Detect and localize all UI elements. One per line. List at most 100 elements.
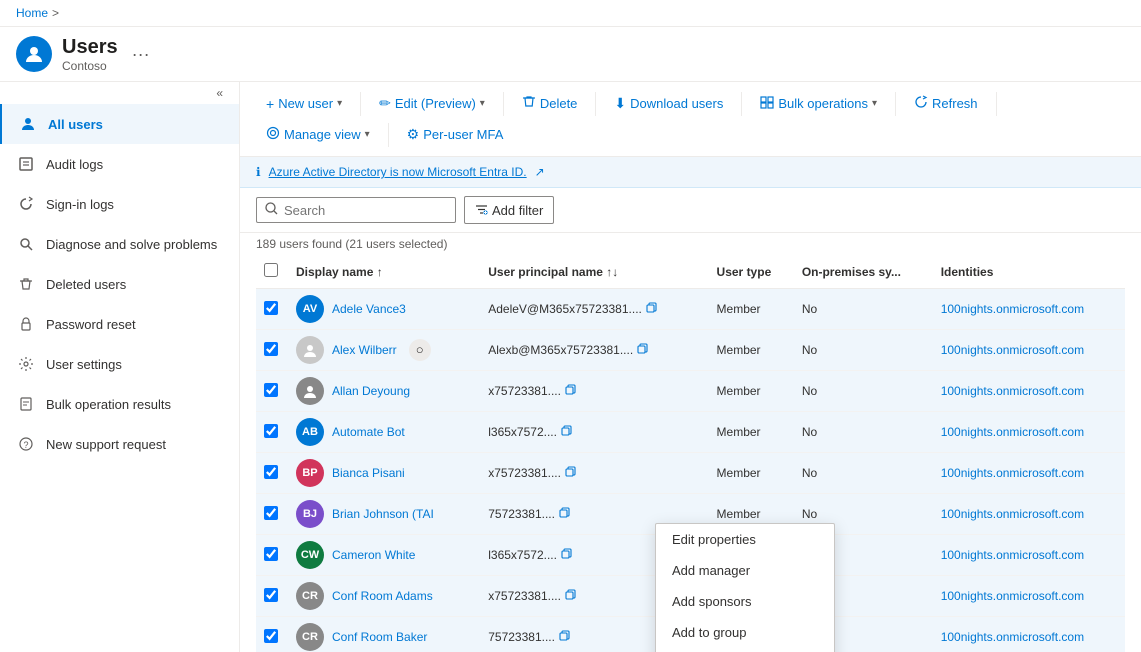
toolbar-divider-4	[741, 92, 742, 116]
context-menu-item-add-manager[interactable]: Add manager	[656, 555, 834, 586]
results-count-text: 189 users found (21 users selected)	[256, 237, 447, 251]
sidebar-item-deleted-users[interactable]: Deleted users	[0, 264, 239, 304]
sidebar-item-audit-logs[interactable]: Audit logs	[0, 144, 239, 184]
refresh-button[interactable]: Refresh	[904, 90, 988, 117]
user-name-link[interactable]: Bianca Pisani	[332, 466, 405, 480]
row-checkbox-cell	[256, 494, 288, 535]
copy-upn-icon[interactable]	[565, 466, 576, 480]
manage-view-button[interactable]: Manage view ▾	[256, 121, 380, 148]
sidebar-collapse-button[interactable]: «	[0, 82, 239, 104]
sidebar-item-bulk-operation-results[interactable]: Bulk operation results	[0, 384, 239, 424]
copy-upn-icon[interactable]	[559, 507, 570, 521]
sidebar-item-password-reset[interactable]: Password reset	[0, 304, 239, 344]
context-menu-item-add-to-group[interactable]: Add to group	[656, 617, 834, 648]
row-checkbox[interactable]	[264, 547, 278, 561]
identity-link[interactable]: 100nights.onmicrosoft.com	[941, 343, 1084, 357]
info-banner-link[interactable]: Azure Active Directory is now Microsoft …	[269, 165, 527, 179]
row-checkbox[interactable]	[264, 588, 278, 602]
identity-link[interactable]: 100nights.onmicrosoft.com	[941, 548, 1084, 562]
row-checkbox[interactable]	[264, 629, 278, 643]
context-menu-item-add-to-admin-unit[interactable]: Add to admin unit	[656, 648, 834, 652]
delete-icon	[522, 95, 536, 112]
row-checkbox-cell	[256, 576, 288, 617]
copy-upn-icon[interactable]	[561, 548, 572, 562]
copy-upn-icon[interactable]	[637, 343, 648, 357]
identity-link[interactable]: 100nights.onmicrosoft.com	[941, 507, 1084, 521]
row-checkbox[interactable]	[264, 301, 278, 315]
edit-preview-button[interactable]: ✏ Edit (Preview) ▾	[369, 90, 495, 117]
per-user-mfa-label: Per-user MFA	[423, 127, 503, 142]
identity-link[interactable]: 100nights.onmicrosoft.com	[941, 630, 1084, 644]
edit-preview-icon: ✏	[379, 95, 391, 112]
on-prem-text: No	[802, 425, 817, 439]
add-filter-button[interactable]: Add filter	[464, 196, 554, 224]
refresh-icon	[914, 95, 928, 112]
context-menu-item-edit-properties[interactable]: Edit properties	[656, 524, 834, 555]
row-on-prem-cell: No	[794, 453, 933, 494]
user-name-link[interactable]: Allan Deyoung	[332, 384, 410, 398]
copy-upn-icon[interactable]	[565, 589, 576, 603]
user-name-link[interactable]: Brian Johnson (TAI	[332, 507, 434, 521]
sidebar-item-all-users[interactable]: All users	[0, 104, 239, 144]
row-user-type-cell: Member	[709, 330, 794, 371]
search-input[interactable]	[284, 203, 424, 218]
identity-link[interactable]: 100nights.onmicrosoft.com	[941, 425, 1084, 439]
context-menu-item-add-sponsors[interactable]: Add sponsors	[656, 586, 834, 617]
user-name-link[interactable]: Conf Room Adams	[332, 589, 433, 603]
bulk-operations-button[interactable]: Bulk operations ▾	[750, 90, 887, 117]
delete-label: Delete	[540, 96, 578, 111]
row-checkbox-cell	[256, 453, 288, 494]
per-user-mfa-button[interactable]: ⚙ Per-user MFA	[397, 121, 514, 148]
upn-text: Alexb@M365x75723381....	[488, 343, 633, 357]
sidebar: « All users Audit logs Sign-in logs Diag…	[0, 82, 240, 652]
row-identity-cell: 100nights.onmicrosoft.com	[933, 289, 1125, 330]
row-user-type-cell: Member	[709, 289, 794, 330]
row-upn-cell: x75723381....	[480, 371, 708, 412]
row-checkbox-cell	[256, 330, 288, 371]
copy-upn-icon[interactable]	[565, 384, 576, 398]
upn-text: x75723381....	[488, 384, 561, 398]
sidebar-item-user-settings[interactable]: User settings	[0, 344, 239, 384]
sidebar-item-diagnose[interactable]: Diagnose and solve problems	[0, 224, 239, 264]
col-upn: User principal name ↑↓	[480, 255, 708, 289]
user-name-link[interactable]: Adele Vance3	[332, 302, 406, 316]
copy-upn-icon[interactable]	[559, 630, 570, 644]
row-on-prem-cell: No	[794, 371, 933, 412]
sidebar-item-new-support-request[interactable]: ? New support request	[0, 424, 239, 464]
row-checkbox[interactable]	[264, 424, 278, 438]
toolbar-divider-2	[503, 92, 504, 116]
user-name-link[interactable]: Cameron White	[332, 548, 415, 562]
breadcrumb-home[interactable]: Home	[16, 6, 48, 20]
delete-button[interactable]: Delete	[512, 90, 588, 117]
sidebar-item-sign-in-logs[interactable]: Sign-in logs	[0, 184, 239, 224]
deleted-users-icon	[16, 274, 36, 294]
copy-upn-icon[interactable]	[646, 302, 657, 316]
row-checkbox[interactable]	[264, 383, 278, 397]
user-name-link[interactable]: Conf Room Baker	[332, 630, 427, 644]
sidebar-label-diagnose: Diagnose and solve problems	[46, 237, 217, 252]
row-checkbox[interactable]	[264, 506, 278, 520]
select-all-checkbox[interactable]	[264, 263, 278, 277]
new-user-button[interactable]: + New user ▾	[256, 91, 352, 117]
row-on-prem-cell: No	[794, 330, 933, 371]
manage-view-dropdown-arrow: ▾	[365, 129, 370, 140]
upn-text: x75723381....	[488, 466, 561, 480]
header-checkbox-cell	[256, 255, 288, 289]
add-filter-label: Add filter	[492, 203, 543, 218]
identity-link[interactable]: 100nights.onmicrosoft.com	[941, 589, 1084, 603]
upn-text: 75723381....	[488, 507, 555, 521]
app-ellipsis[interactable]: ···	[132, 44, 150, 65]
row-checkbox[interactable]	[264, 342, 278, 356]
download-users-button[interactable]: ⬇ Download users	[604, 90, 733, 117]
identity-link[interactable]: 100nights.onmicrosoft.com	[941, 466, 1084, 480]
user-name-link[interactable]: Automate Bot	[332, 425, 405, 439]
user-type-text: Member	[717, 425, 761, 439]
row-identity-cell: 100nights.onmicrosoft.com	[933, 576, 1125, 617]
identity-link[interactable]: 100nights.onmicrosoft.com	[941, 384, 1084, 398]
copy-upn-icon[interactable]	[561, 425, 572, 439]
user-type-text: Member	[717, 466, 761, 480]
user-name-link[interactable]: Alex Wilberr	[332, 343, 397, 357]
info-icon: ℹ	[256, 165, 261, 179]
row-checkbox[interactable]	[264, 465, 278, 479]
identity-link[interactable]: 100nights.onmicrosoft.com	[941, 302, 1084, 316]
